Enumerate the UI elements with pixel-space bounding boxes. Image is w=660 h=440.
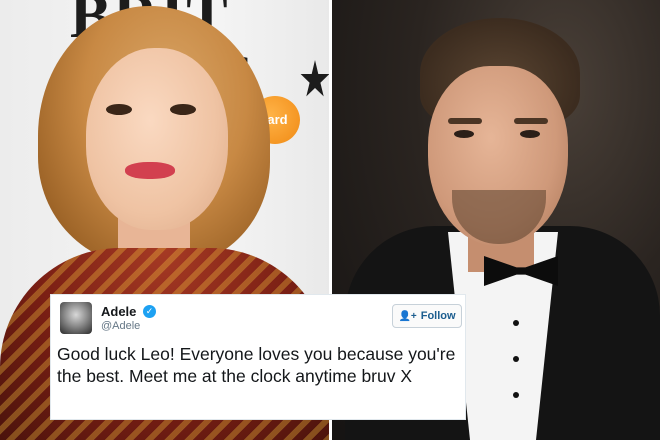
adele-face [86, 48, 228, 230]
avatar[interactable] [60, 302, 92, 334]
tweet-author-handle[interactable]: @Adele [101, 320, 140, 332]
tweet-author-name[interactable]: Adele [101, 304, 136, 319]
follow-label: Follow [420, 310, 456, 322]
leo-right-eye [520, 130, 540, 138]
adele-lips [125, 162, 175, 179]
tweet-text: Good luck Leo! Everyone loves you becaus… [57, 344, 456, 386]
leo-left-eye [454, 130, 474, 138]
star-icon [300, 60, 330, 97]
add-user-icon: 👤+ [398, 310, 417, 322]
shirt-stud [513, 392, 519, 398]
verified-badge-icon: ✓ [143, 305, 156, 318]
leo-right-brow [514, 118, 548, 124]
adele-right-eye [170, 104, 196, 115]
shirt-stud [513, 320, 519, 326]
tweet-card: Adele ✓ @Adele 👤+ Follow Good luck Leo! … [50, 294, 466, 420]
leo-left-brow [448, 118, 482, 124]
adele-left-eye [106, 104, 132, 115]
follow-button[interactable]: 👤+ Follow [392, 304, 462, 328]
shirt-stud [513, 356, 519, 362]
